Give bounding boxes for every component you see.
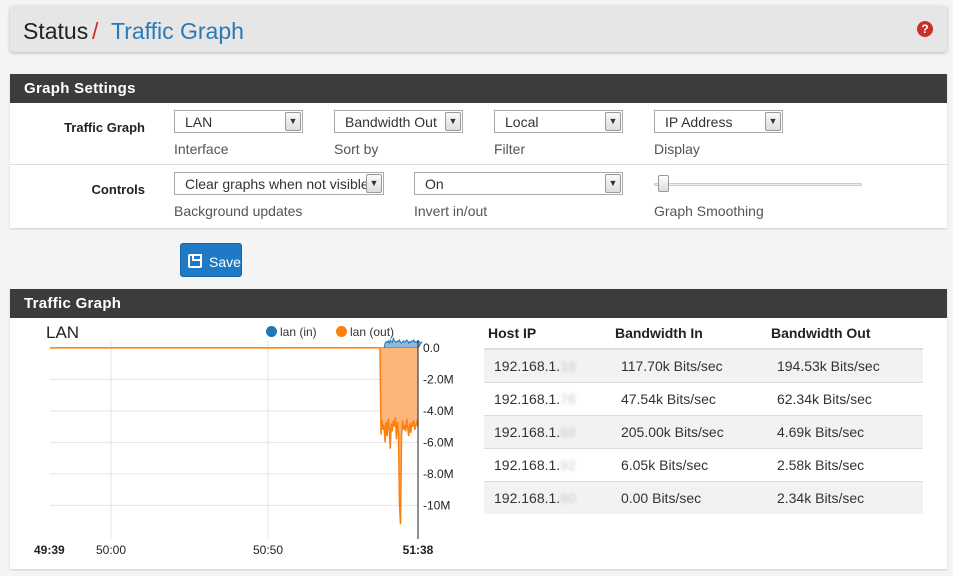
host-ip-suffix: 92 <box>560 456 576 473</box>
x-tick-label: 51:38 <box>403 543 434 557</box>
traffic-graph-label: Traffic Graph <box>64 120 145 135</box>
series-in-area <box>50 336 423 349</box>
host-ip-header: Host IP <box>484 317 611 350</box>
save-icon <box>188 254 202 268</box>
display-help: Display <box>654 141 700 157</box>
host-ip-suffix: 18 <box>560 357 576 374</box>
y-tick-label: 0.0 <box>423 341 440 355</box>
filter-select[interactable]: Local ▼ <box>494 110 623 133</box>
series-out-area <box>50 347 418 525</box>
save-label: Save <box>209 254 241 270</box>
sort-by-help: Sort by <box>334 141 379 157</box>
row-divider <box>10 164 947 165</box>
bandwidth-in-cell: 117.70k Bits/sec <box>610 348 767 382</box>
chevron-down-icon: ▼ <box>605 174 621 193</box>
table-header-row: Host IP Bandwidth In Bandwidth Out <box>484 317 923 350</box>
background-updates-help: Background updates <box>174 203 303 219</box>
smoothing-help: Graph Smoothing <box>654 203 764 219</box>
save-button[interactable]: Save <box>180 243 242 277</box>
filter-help: Filter <box>494 141 526 157</box>
x-tick-label: 50:00 <box>96 543 126 557</box>
y-tick-label: -4.0M <box>423 404 454 418</box>
bandwidth-in-cell: 6.05k Bits/sec <box>610 447 767 481</box>
host-ip: 192.168.1. <box>494 390 561 407</box>
bandwidth-in-header: Bandwidth In <box>610 317 767 350</box>
filter-value: Local <box>505 114 539 130</box>
x-tick-label: 49:39 <box>34 543 65 557</box>
chevron-down-icon: ▼ <box>445 112 461 131</box>
table-row: 192.168.1.18 117.70k Bits/sec 194.53k Bi… <box>484 348 923 382</box>
chevron-down-icon: ▼ <box>765 112 781 131</box>
series-out-line <box>50 347 419 525</box>
bandwidth-out-header: Bandwidth Out <box>766 317 923 350</box>
y-tick-label: -10M <box>423 498 450 512</box>
interface-select[interactable]: LAN ▼ <box>174 110 303 133</box>
table-row: 192.168.1.80 0.00 Bits/sec 2.34k Bits/se… <box>484 480 923 514</box>
host-ip-cell: 192.168.1.92 <box>484 447 611 481</box>
table-row: 192.168.1.76 47.54k Bits/sec 62.34k Bits… <box>484 381 923 415</box>
host-ip-cell: 192.168.1.88 <box>484 414 611 448</box>
host-ip: 192.168.1. <box>494 423 561 440</box>
display-value: IP Address <box>665 114 733 130</box>
graph-settings-title: Graph Settings <box>10 74 947 103</box>
chevron-down-icon: ▼ <box>366 174 382 193</box>
background-updates-select[interactable]: Clear graphs when not visible ▼ <box>174 172 384 195</box>
invert-value: On <box>425 176 444 192</box>
bandwidth-out-cell: 2.58k Bits/sec <box>766 447 923 481</box>
host-ip-cell: 192.168.1.80 <box>484 480 611 514</box>
sort-by-select[interactable]: Bandwidth Out ▼ <box>334 110 463 133</box>
question-circle-icon[interactable]: ? <box>917 21 933 37</box>
table-row: 192.168.1.92 6.05k Bits/sec 2.58k Bits/s… <box>484 447 923 481</box>
x-tick-label: 50:50 <box>253 543 283 557</box>
bandwidth-out-cell: 2.34k Bits/sec <box>766 480 923 514</box>
host-ip-suffix: 88 <box>560 423 576 440</box>
host-bandwidth-table: Host IP Bandwidth In Bandwidth Out 192.1… <box>484 317 923 514</box>
interface-help: Interface <box>174 141 229 157</box>
host-ip-suffix: 76 <box>560 390 576 407</box>
bandwidth-out-cell: 62.34k Bits/sec <box>766 381 923 415</box>
table-row: 192.168.1.88 205.00k Bits/sec 4.69k Bits… <box>484 414 923 448</box>
smoothing-slider-handle[interactable] <box>658 175 669 192</box>
host-ip-cell: 192.168.1.18 <box>484 348 611 382</box>
bandwidth-in-cell: 0.00 Bits/sec <box>610 480 767 514</box>
host-ip-cell: 192.168.1.76 <box>484 381 611 415</box>
host-ip: 192.168.1. <box>494 357 561 374</box>
controls-label: Controls <box>91 182 145 197</box>
breadcrumb-separator: / <box>92 18 99 44</box>
interface-value: LAN <box>185 114 213 130</box>
invert-help: Invert in/out <box>414 203 488 219</box>
y-tick-label: -2.0M <box>423 372 454 386</box>
invert-select[interactable]: On ▼ <box>414 172 623 195</box>
host-ip: 192.168.1. <box>494 489 561 506</box>
bandwidth-in-cell: 205.00k Bits/sec <box>610 414 767 448</box>
breadcrumb-traffic-graph[interactable]: Traffic Graph <box>111 18 244 45</box>
display-select[interactable]: IP Address ▼ <box>654 110 783 133</box>
traffic-chart: 0.0 -2.0M -4.0M -6.0M -8.0M -10M 49:39 50:00 50:… <box>34 336 454 557</box>
bandwidth-out-cell: 4.69k Bits/sec <box>766 414 923 448</box>
page-header: Status / Traffic Graph ? <box>10 6 947 52</box>
y-tick-label: -6.0M <box>423 435 454 449</box>
chevron-down-icon: ▼ <box>605 112 621 131</box>
host-ip: 192.168.1. <box>494 456 561 473</box>
smoothing-slider-track[interactable] <box>654 183 862 186</box>
bandwidth-in-cell: 47.54k Bits/sec <box>610 381 767 415</box>
sort-by-value: Bandwidth Out <box>345 114 437 130</box>
traffic-graph-title: Traffic Graph <box>10 289 947 318</box>
graph-settings-panel: Graph Settings Traffic Graph LAN ▼ Inter… <box>10 74 947 228</box>
breadcrumb-status[interactable]: Status <box>23 18 88 45</box>
host-ip-suffix: 80 <box>560 489 576 506</box>
background-updates-value: Clear graphs when not visible <box>185 176 369 192</box>
chevron-down-icon: ▼ <box>285 112 301 131</box>
y-tick-label: -8.0M <box>423 467 454 481</box>
bandwidth-out-cell: 194.53k Bits/sec <box>766 348 923 382</box>
